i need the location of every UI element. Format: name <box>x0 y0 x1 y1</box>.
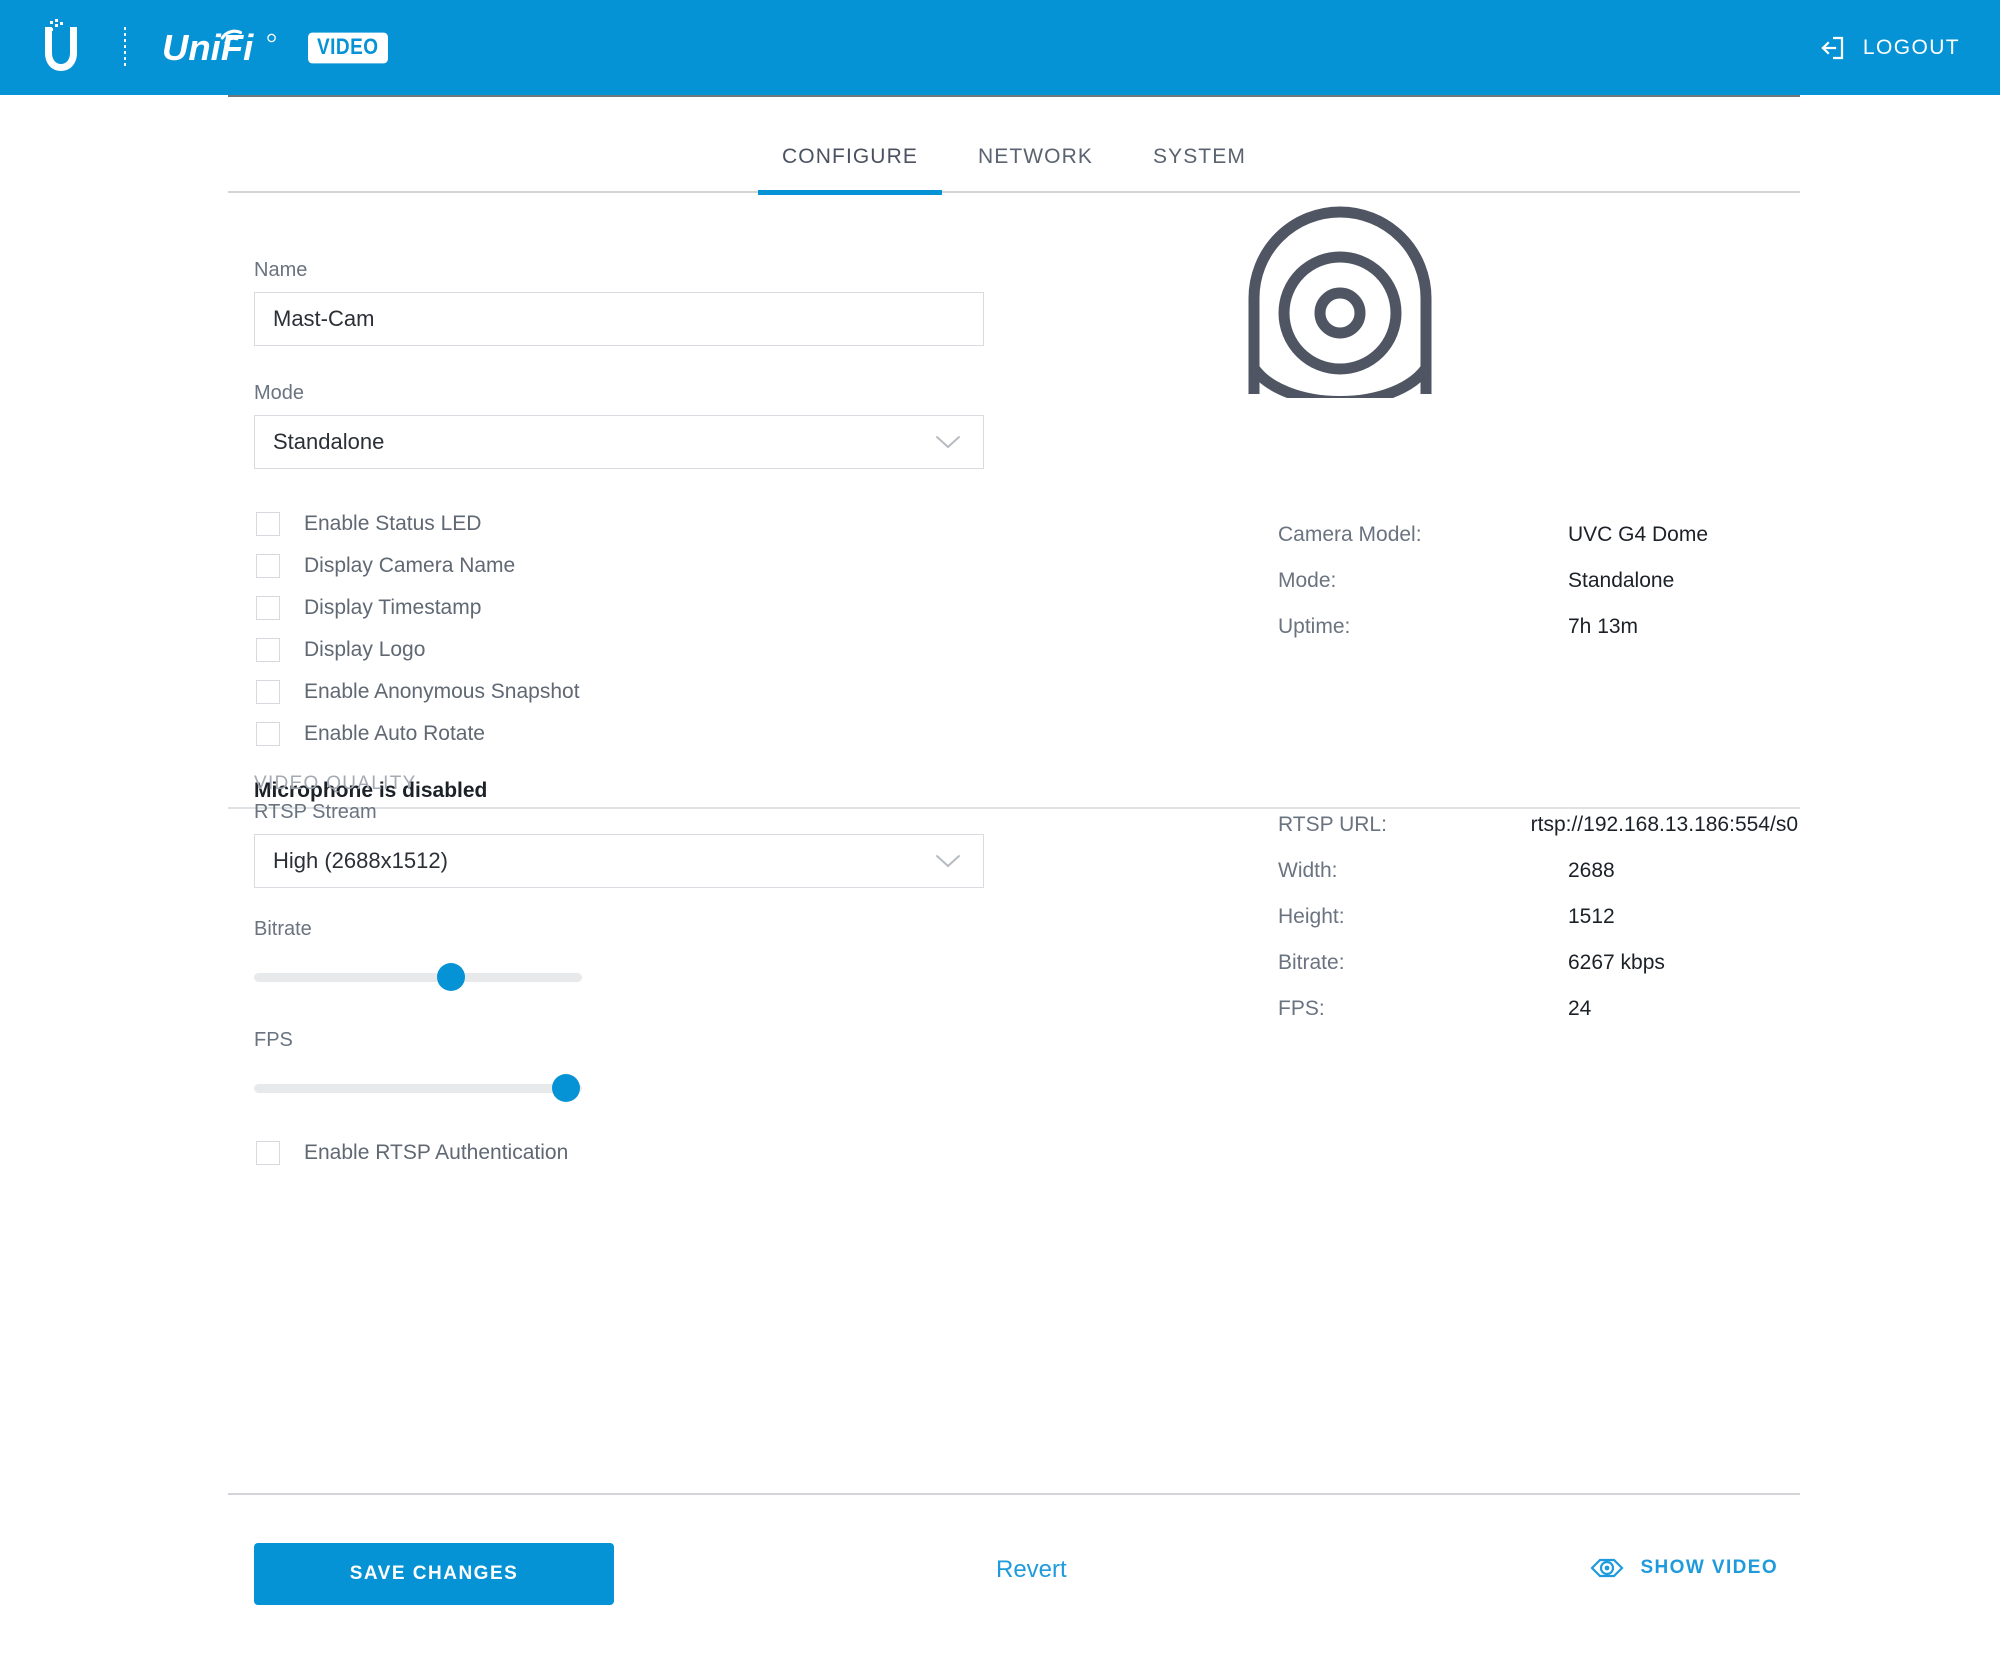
camera-info-column: Camera Model: UVC G4 Dome Mode: Standalo… <box>1278 523 1798 661</box>
fps-group: FPS <box>254 1029 994 1102</box>
info-key: Uptime: <box>1278 615 1351 638</box>
display-options-list: Enable Status LED Display Camera Name Di… <box>254 503 994 755</box>
logout-label: LOGOUT <box>1862 35 1960 59</box>
checkbox-label: Enable RTSP Authentication <box>304 1141 569 1164</box>
tab-network[interactable]: NETWORK <box>948 145 1123 191</box>
mode-field-group: Mode Standalone <box>254 382 994 469</box>
info-key: Width: <box>1278 859 1338 882</box>
fps-label: FPS <box>254 1029 293 1051</box>
info-key: Camera Model: <box>1278 523 1422 546</box>
save-changes-button[interactable]: SAVE CHANGES <box>254 1543 614 1605</box>
bitrate-group: Bitrate <box>254 918 994 991</box>
checkbox-label: Enable Status LED <box>304 512 482 535</box>
mode-value: Standalone <box>273 429 385 454</box>
camera-name-input[interactable]: Mast-Cam <box>254 292 984 346</box>
checkbox-label: Display Camera Name <box>304 554 516 577</box>
checkbox-anonymous-snapshot[interactable] <box>256 680 280 704</box>
info-row-uptime: Uptime: 7h 13m <box>1278 615 1798 661</box>
info-key: Bitrate: <box>1278 951 1345 974</box>
stream-info-column: RTSP URL: rtsp://192.168.13.186:554/s0 W… <box>1278 813 1798 1043</box>
info-key: Height: <box>1278 905 1345 928</box>
checkbox-label: Enable Anonymous Snapshot <box>304 680 580 703</box>
bitrate-label: Bitrate <box>254 918 312 940</box>
info-row-width: Width: 2688 <box>1278 859 1798 905</box>
app-header: UniFi VIDEO LOGOUT <box>0 0 2000 95</box>
show-video-button[interactable]: SHOW VIDEO <box>1590 1557 1778 1579</box>
info-value: 2688 <box>1568 859 1615 882</box>
logout-arrow-icon <box>1820 35 1846 61</box>
info-key: RTSP URL: <box>1278 813 1387 836</box>
info-row-height: Height: 1512 <box>1278 905 1798 951</box>
checkbox-label: Display Timestamp <box>304 596 482 619</box>
brand-divider <box>124 26 126 69</box>
name-field-group: Name Mast-Cam <box>254 259 994 346</box>
fps-slider[interactable] <box>254 1074 582 1102</box>
bitrate-slider[interactable] <box>254 963 582 991</box>
checkbox-display-camera-name[interactable] <box>256 554 280 578</box>
brand: UniFi VIDEO <box>38 18 388 77</box>
show-video-label: SHOW VIDEO <box>1640 1557 1778 1578</box>
checkbox-rtsp-auth[interactable] <box>256 1141 280 1165</box>
info-value: UVC G4 Dome <box>1568 523 1709 546</box>
eye-icon <box>1590 1557 1625 1579</box>
info-row-camera-model: Camera Model: UVC G4 Dome <box>1278 523 1798 569</box>
fps-slider-track <box>254 1084 582 1093</box>
checkbox-row-display-camera-name[interactable]: Display Camera Name <box>254 545 994 587</box>
checkbox-display-logo[interactable] <box>256 638 280 662</box>
info-row-rtsp-url: RTSP URL: rtsp://192.168.13.186:554/s0 <box>1278 813 1798 859</box>
video-badge: VIDEO <box>307 32 388 63</box>
bitrate-slider-thumb[interactable] <box>436 963 465 991</box>
ubiquiti-u-logo-icon <box>38 18 84 77</box>
chevron-down-icon <box>935 435 965 449</box>
stream-info-table: RTSP URL: rtsp://192.168.13.186:554/s0 W… <box>1278 813 1798 1043</box>
mode-label: Mode <box>254 382 305 404</box>
info-value: 1512 <box>1568 905 1615 928</box>
info-value: 24 <box>1568 997 1592 1020</box>
settings-column: Name Mast-Cam Mode Standalone Enable Sta… <box>254 259 994 803</box>
info-row-fps: FPS: 24 <box>1278 997 1798 1043</box>
video-quality-controls: RTSP Stream High (2688x1512) Bitrate FPS <box>254 801 994 1174</box>
info-value: Standalone <box>1568 569 1675 592</box>
checkbox-display-timestamp[interactable] <box>256 596 280 620</box>
info-key: FPS: <box>1278 997 1325 1020</box>
unifi-wordmark: UniFi VIDEO <box>162 27 388 69</box>
info-value: 7h 13m <box>1568 615 1639 638</box>
checkbox-row-status-led[interactable]: Enable Status LED <box>254 503 994 545</box>
rtsp-stream-label: RTSP Stream <box>254 801 377 823</box>
mode-select[interactable]: Standalone <box>254 415 984 469</box>
info-key: Mode: <box>1278 569 1337 592</box>
info-value: 6267 kbps <box>1568 951 1665 974</box>
checkbox-row-rtsp-auth[interactable]: Enable RTSP Authentication <box>254 1132 994 1174</box>
bitrate-slider-track <box>254 973 582 982</box>
checkbox-status-led[interactable] <box>256 512 280 536</box>
rtsp-stream-select[interactable]: High (2688x1512) <box>254 834 984 888</box>
fps-slider-thumb[interactable] <box>551 1074 580 1102</box>
revert-button[interactable]: Revert <box>990 1555 1073 1585</box>
tab-bar: CONFIGURE NETWORK SYSTEM <box>228 97 1800 195</box>
info-value: rtsp://192.168.13.186:554/s0 <box>1530 813 1798 836</box>
name-label: Name <box>254 259 308 281</box>
dome-camera-icon <box>1240 198 1440 408</box>
chevron-down-icon <box>935 854 965 868</box>
checkbox-row-display-timestamp[interactable]: Display Timestamp <box>254 587 994 629</box>
info-row-mode: Mode: Standalone <box>1278 569 1798 615</box>
camera-name-value: Mast-Cam <box>273 306 375 331</box>
rtsp-stream-value: High (2688x1512) <box>273 848 448 873</box>
video-quality-section: VIDEO QUALITY <box>228 727 1826 809</box>
tab-configure[interactable]: CONFIGURE <box>752 145 948 195</box>
action-bar: SAVE CHANGES Revert SHOW VIDEO <box>228 1495 1800 1675</box>
logout-button[interactable]: LOGOUT <box>1820 35 1960 61</box>
configure-panel: Name Mast-Cam Mode Standalone Enable Sta… <box>228 193 1800 1493</box>
content-panel: CONFIGURE NETWORK SYSTEM Name Mast-Cam M… <box>228 95 1800 1675</box>
checkbox-label: Display Logo <box>304 638 426 661</box>
checkbox-row-anonymous-snapshot[interactable]: Enable Anonymous Snapshot <box>254 671 994 713</box>
tab-system[interactable]: SYSTEM <box>1123 145 1276 191</box>
camera-info-table: Camera Model: UVC G4 Dome Mode: Standalo… <box>1278 523 1798 661</box>
info-row-bitrate: Bitrate: 6267 kbps <box>1278 951 1798 997</box>
checkbox-row-display-logo[interactable]: Display Logo <box>254 629 994 671</box>
